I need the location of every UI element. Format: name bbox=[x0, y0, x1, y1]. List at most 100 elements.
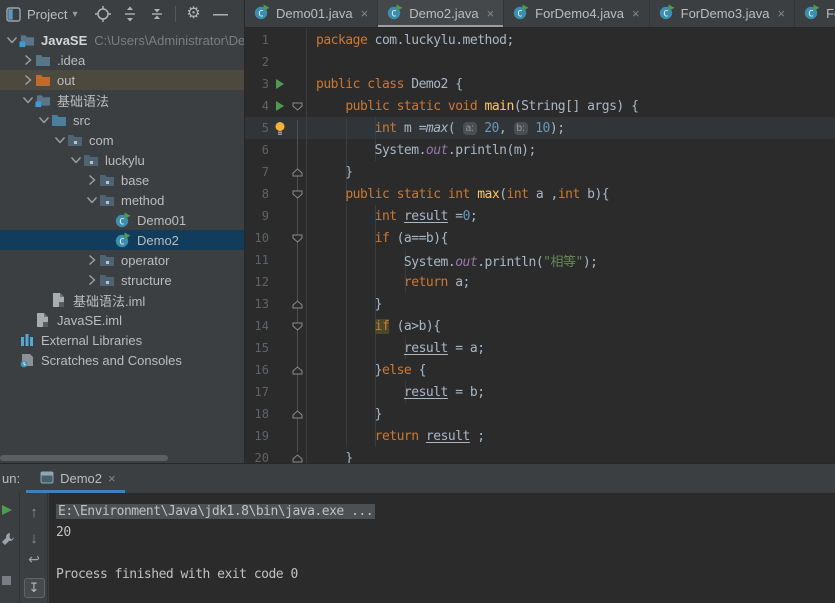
project-panel-header: Project ▾ ⚙ — bbox=[0, 0, 244, 28]
tab-demo2.java[interactable]: C Demo2.java × bbox=[378, 0, 505, 27]
chevron-right-icon[interactable] bbox=[84, 254, 99, 266]
code-line-2[interactable]: 2 bbox=[245, 51, 835, 73]
tree-item-base[interactable]: base bbox=[0, 170, 244, 190]
tree-item-out[interactable]: out bbox=[0, 70, 244, 90]
code-line-16[interactable]: 16 }else { bbox=[245, 359, 835, 381]
run-console-tab[interactable]: Demo2 × bbox=[34, 464, 122, 493]
close-icon[interactable]: × bbox=[108, 471, 116, 486]
close-icon[interactable]: × bbox=[632, 6, 640, 21]
chevron-right-icon[interactable] bbox=[84, 174, 99, 186]
fold-marker[interactable] bbox=[289, 322, 306, 331]
fold-marker[interactable] bbox=[289, 453, 306, 463]
fold-marker[interactable] bbox=[289, 167, 306, 177]
tab-fordemo3.java[interactable]: C ForDemo3.java × bbox=[650, 0, 796, 27]
code-line-13[interactable]: 13 } bbox=[245, 293, 835, 315]
tree-item-基础语法.iml[interactable]: 基础语法.iml bbox=[0, 290, 244, 310]
tree-item-demo01[interactable]: C Demo01 bbox=[0, 210, 244, 230]
code-line-18[interactable]: 18 } bbox=[245, 403, 835, 425]
fold-marker[interactable] bbox=[289, 365, 306, 375]
soft-wrap-icon[interactable]: ↩ bbox=[28, 551, 40, 575]
tab-fordemo4.java[interactable]: C ForDemo4.java × bbox=[504, 0, 650, 27]
code-line-19[interactable]: 19 return result ; bbox=[245, 425, 835, 447]
run-gutter-icon[interactable] bbox=[271, 101, 289, 111]
tab-demo01.java[interactable]: C Demo01.java × bbox=[245, 0, 379, 27]
code-line-10[interactable]: 10 if (a==b){ bbox=[245, 227, 835, 249]
console-output[interactable]: E:\Environment\Java\jdk1.8\bin\java.exe … bbox=[49, 493, 835, 603]
code-line-7[interactable]: 7 } bbox=[245, 161, 835, 183]
project-panel-title[interactable]: Project bbox=[27, 7, 67, 22]
chevron-right-icon[interactable] bbox=[84, 274, 99, 286]
run-gutter-icon[interactable] bbox=[271, 79, 289, 89]
code-line-17[interactable]: 17 result = b; bbox=[245, 381, 835, 403]
close-icon[interactable]: × bbox=[361, 6, 369, 21]
svg-text:C: C bbox=[391, 10, 396, 20]
close-icon[interactable]: × bbox=[778, 6, 786, 21]
fold-marker[interactable] bbox=[289, 190, 306, 199]
scroll-to-end-icon[interactable]: ↧ bbox=[23, 578, 45, 598]
fold-marker[interactable] bbox=[289, 299, 306, 309]
tree-item-scratches-and-consoles[interactable]: Scratches and Consoles bbox=[0, 350, 244, 370]
code-line-4[interactable]: 4 public static void main(String[] args)… bbox=[245, 95, 835, 117]
code-line-20[interactable]: 20 } bbox=[245, 447, 835, 464]
chevron-down-icon[interactable] bbox=[84, 196, 99, 204]
fold-marker[interactable] bbox=[289, 102, 306, 111]
close-icon[interactable]: × bbox=[487, 6, 495, 21]
wrench-icon[interactable] bbox=[1, 532, 15, 551]
code-line-14[interactable]: 14 if (a>b){ bbox=[245, 315, 835, 337]
chevron-down-icon[interactable] bbox=[36, 116, 51, 124]
chevron-down-icon[interactable] bbox=[20, 96, 35, 104]
tree-item-external-libraries[interactable]: External Libraries bbox=[0, 330, 244, 350]
code-line-3[interactable]: 3 public class Demo2 { bbox=[245, 73, 835, 95]
expand-all-icon[interactable] bbox=[121, 5, 139, 23]
tree-item-luckylu[interactable]: luckylu bbox=[0, 150, 244, 170]
code-editor[interactable]: 1 package com.luckylu.method; 2 3 public cla… bbox=[245, 28, 835, 463]
java-class-icon: C bbox=[115, 212, 131, 228]
hide-panel-icon[interactable]: — bbox=[212, 5, 230, 23]
tree-item-.idea[interactable]: .idea bbox=[0, 50, 244, 70]
rerun-button[interactable] bbox=[1, 503, 13, 521]
line-number: 18 bbox=[254, 407, 269, 421]
java-class-icon: C bbox=[804, 4, 820, 23]
collapse-all-icon[interactable] bbox=[148, 5, 166, 23]
next-occurrence-icon[interactable]: ↓ bbox=[30, 525, 38, 551]
horizontal-scrollbar[interactable] bbox=[0, 455, 168, 461]
tab-label: ForDem bbox=[826, 6, 835, 21]
chevron-right-icon[interactable] bbox=[20, 54, 35, 66]
tree-item-javase[interactable]: JavaSE C:\Users\Administrator\Desk bbox=[0, 30, 244, 50]
chevron-down-icon[interactable] bbox=[52, 136, 67, 144]
chevron-right-icon[interactable] bbox=[20, 74, 35, 86]
tree-item-demo2[interactable]: C Demo2 bbox=[0, 230, 244, 250]
code-line-12[interactable]: 12 return a; bbox=[245, 271, 835, 293]
locate-file-icon[interactable] bbox=[94, 5, 112, 23]
code-line-8[interactable]: 8 public static int max(int a ,int b){ bbox=[245, 183, 835, 205]
tree-item-基础语法[interactable]: 基础语法 bbox=[0, 90, 244, 110]
tab-fordem[interactable]: C ForDem bbox=[795, 0, 835, 27]
code-line-1[interactable]: 1 package com.luckylu.method; bbox=[245, 29, 835, 51]
intention-bulb-icon[interactable] bbox=[271, 121, 289, 135]
prev-occurrence-icon[interactable]: ↑ bbox=[30, 499, 38, 525]
stop-button[interactable] bbox=[1, 573, 12, 591]
tree-item-method[interactable]: method bbox=[0, 190, 244, 210]
chevron-down-icon[interactable] bbox=[4, 36, 19, 44]
tree-item-operator[interactable]: operator bbox=[0, 250, 244, 270]
tree-item-structure[interactable]: structure bbox=[0, 270, 244, 290]
code-line-5[interactable]: 5 int m =max( a: 20, b: 10); bbox=[245, 117, 835, 139]
tree-item-com[interactable]: com bbox=[0, 130, 244, 150]
tree-item-javase.iml[interactable]: JavaSE.iml bbox=[0, 310, 244, 330]
code-line-6[interactable]: 6 System.out.println(m); bbox=[245, 139, 835, 161]
tree-item-src[interactable]: src bbox=[0, 110, 244, 130]
chevron-down-icon[interactable]: ▾ bbox=[72, 9, 77, 20]
code-line-11[interactable]: 11 System.out.println("相等"); bbox=[245, 249, 835, 271]
java-class-icon: C bbox=[387, 4, 403, 23]
settings-gear-icon[interactable]: ⚙ bbox=[185, 5, 203, 23]
line-number: 12 bbox=[254, 275, 269, 289]
tree-item-label: method bbox=[121, 192, 165, 208]
fold-marker[interactable] bbox=[289, 234, 306, 243]
code-line-15[interactable]: 15 result = a; bbox=[245, 337, 835, 359]
code-line-9[interactable]: 9 int result =0; bbox=[245, 205, 835, 227]
fold-marker[interactable] bbox=[289, 409, 306, 419]
line-number: 16 bbox=[254, 363, 269, 377]
chevron-down-icon[interactable] bbox=[68, 156, 83, 164]
code-text: } bbox=[316, 164, 353, 180]
code-text: int m =max( a: 20, b: 10); bbox=[374, 120, 565, 136]
